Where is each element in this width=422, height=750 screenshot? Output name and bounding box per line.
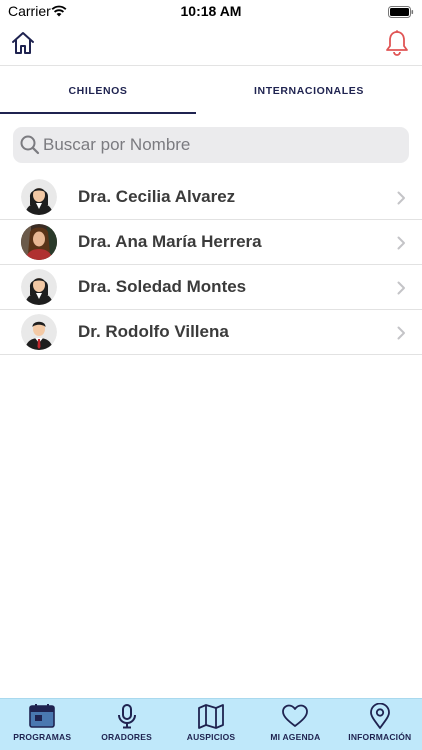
speaker-name: Dra. Cecilia Alvarez (78, 187, 236, 206)
speaker-name: Dr. Rodolfo Villena (78, 322, 229, 341)
chevron-right-icon (397, 191, 406, 210)
home-icon[interactable] (10, 30, 36, 61)
heart-icon (282, 704, 309, 727)
battery-icon (388, 5, 414, 23)
male-avatar (21, 314, 57, 350)
microphone-icon (117, 704, 136, 729)
notifications-bell-icon[interactable] (384, 29, 410, 62)
tab-bar-label: PROGRAMAS (13, 732, 72, 742)
female-avatar (21, 269, 57, 305)
photo-avatar (21, 224, 57, 260)
chevron-right-icon (397, 281, 406, 300)
speaker-row-cecilia-alvarez[interactable]: Dra. Cecilia Alvarez (0, 175, 422, 220)
chevron-right-icon (397, 326, 406, 345)
bottom-tab-bar: PROGRAMAS ORADORES AUSPICIOS MI AGENDA I… (0, 698, 422, 750)
speaker-row-soledad-montes[interactable]: Dra. Soledad Montes (0, 265, 422, 310)
tab-auspicios[interactable]: AUSPICIOS (169, 699, 253, 750)
location-pin-icon (369, 703, 390, 729)
tab-mi-agenda[interactable]: MI AGENDA (253, 699, 337, 750)
tab-bar-label: AUSPICIOS (186, 732, 236, 742)
status-bar: Carrier 10:18 AM (0, 0, 422, 22)
tab-bar-label: ORADORES (101, 732, 152, 742)
search-icon (20, 135, 40, 160)
tab-label: INTERNACIONALES (254, 85, 364, 97)
clock-time: 10:18 AM (180, 3, 242, 19)
chevron-right-icon (397, 236, 406, 255)
speaker-row-rodolfo-villena[interactable]: Dr. Rodolfo Villena (0, 310, 422, 355)
map-icon (198, 704, 224, 729)
calendar-icon (29, 704, 56, 728)
tab-oradores[interactable]: ORADORES (84, 699, 168, 750)
nav-bar (0, 22, 422, 66)
female-avatar (21, 179, 57, 215)
tab-programas[interactable]: PROGRAMAS (0, 699, 84, 750)
speaker-name: Dra. Ana María Herrera (78, 232, 262, 251)
search-input[interactable] (43, 127, 393, 163)
tab-informacion[interactable]: INFORMACIÓN (338, 699, 422, 750)
tab-internacionales[interactable]: INTERNACIONALES (211, 67, 407, 115)
selected-tab-indicator (0, 112, 196, 114)
search-bar[interactable] (13, 127, 409, 163)
tab-chilenos[interactable]: CHILENOS (0, 67, 196, 115)
tab-bar-label: INFORMACIÓN (348, 732, 412, 742)
speaker-origin-tabs: CHILENOS INTERNACIONALES (0, 67, 422, 115)
speaker-row-ana-maria-herrera[interactable]: Dra. Ana María Herrera (0, 220, 422, 265)
tab-bar-label: MI AGENDA (270, 732, 321, 742)
tab-label: CHILENOS (68, 85, 128, 97)
speaker-name: Dra. Soledad Montes (78, 277, 247, 296)
speaker-list: Dra. Cecilia Alvarez Dra. Ana María Herr… (0, 175, 422, 355)
